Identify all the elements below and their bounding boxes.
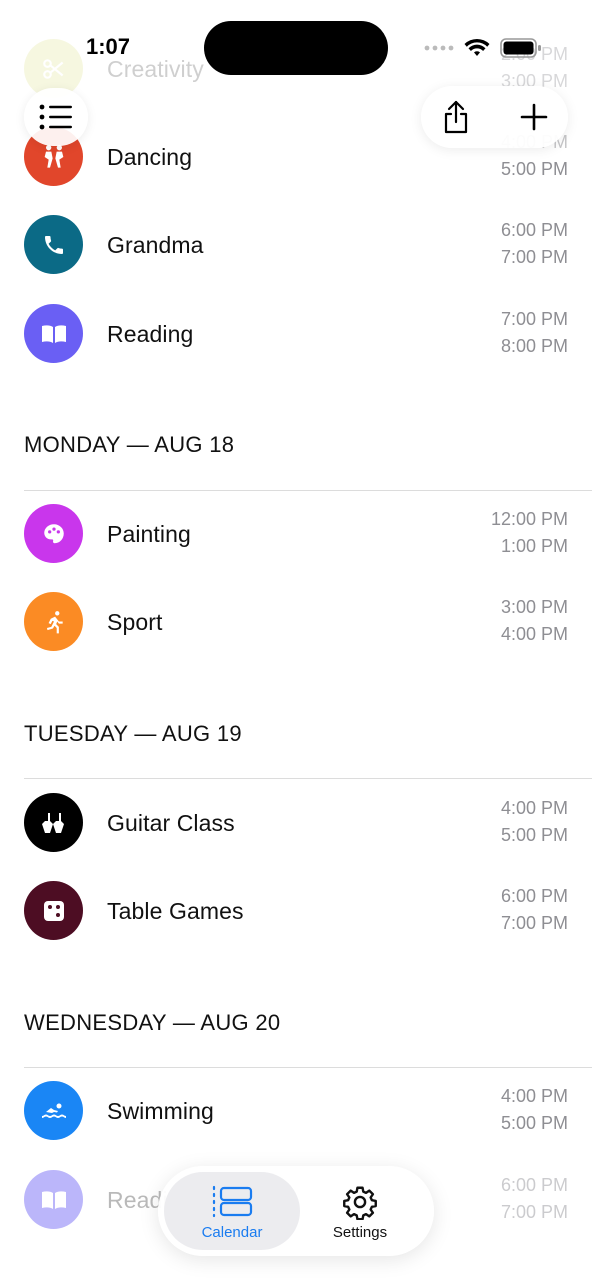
event-end-time: 7:00 PM	[500, 247, 568, 267]
event-start-time: 12:00 PM	[490, 509, 568, 529]
add-event-button[interactable]	[501, 86, 567, 148]
event-end-time: 7:00 PM	[500, 913, 568, 933]
event-row-swimming[interactable]: Swimming 4:00 PM 5:00 PM	[0, 1071, 592, 1151]
cellular-signal-icon	[424, 45, 454, 51]
phone-icon	[24, 215, 83, 274]
plus-icon	[520, 103, 548, 131]
guitars-icon	[24, 793, 83, 852]
status-indicators	[424, 36, 568, 60]
section-header-tuesday: TUESDAY — AUG 19	[24, 721, 242, 746]
event-row-guitar-class[interactable]: Guitar Class 4:00 PM 5:00 PM	[0, 783, 592, 863]
event-end-time: 5:00 PM	[500, 1113, 568, 1133]
event-title: Dancing	[107, 144, 193, 170]
event-times: 7:00 PM 8:00 PM	[501, 306, 568, 360]
divider	[24, 778, 592, 779]
event-title: Guitar Class	[107, 810, 235, 836]
book-icon	[24, 304, 83, 363]
event-start-time: 4:00 PM	[500, 1086, 568, 1106]
event-times: 6:00 PM 7:00 PM	[501, 1172, 568, 1226]
tab-label-calendar: Calendar	[201, 1224, 263, 1241]
event-title: Swimming	[107, 1098, 214, 1124]
palette-icon	[24, 504, 83, 563]
event-row-table-games[interactable]: Table Games 6:00 PM 7:00 PM	[0, 871, 592, 951]
section-header-wednesday: WEDNESDAY — AUG 20	[24, 1010, 281, 1035]
event-start-time: 6:00 PM	[500, 220, 568, 240]
event-times: 12:00 PM 1:00 PM	[491, 506, 568, 560]
event-end-time: 4:00 PM	[500, 624, 568, 644]
calendar-screen: Creativity 2:00 PM 3:00 PM Dancing 4:00 …	[0, 0, 592, 1288]
tab-label-settings: Settings	[332, 1224, 388, 1241]
tab-settings[interactable]: Settings	[292, 1172, 428, 1250]
tab-bar: Calendar Settings	[158, 1166, 434, 1256]
book-icon	[24, 1170, 83, 1229]
event-times: 3:00 PM 4:00 PM	[501, 594, 568, 648]
event-title: Grandma	[107, 232, 204, 258]
event-row-reading[interactable]: Reading 7:00 PM 8:00 PM	[0, 294, 592, 374]
swimmer-icon	[24, 1081, 83, 1140]
event-title: Reading	[107, 321, 194, 347]
event-start-time: 3:00 PM	[500, 597, 568, 617]
event-title: Sport	[107, 609, 163, 635]
event-end-time: 7:00 PM	[500, 1202, 568, 1222]
event-times: 6:00 PM 7:00 PM	[501, 217, 568, 271]
section-header-monday: MONDAY — AUG 18	[24, 432, 235, 457]
dice-icon	[24, 881, 83, 940]
runner-icon	[24, 592, 83, 651]
gear-icon	[292, 1184, 428, 1220]
list-icon	[39, 104, 72, 130]
event-times: 6:00 PM 7:00 PM	[501, 883, 568, 937]
divider	[24, 1067, 592, 1068]
event-end-time: 5:00 PM	[500, 825, 568, 845]
dynamic-island	[204, 21, 388, 75]
divider	[24, 490, 592, 491]
event-end-time: 8:00 PM	[500, 336, 568, 356]
event-end-time: 5:00 PM	[500, 159, 568, 179]
wifi-icon	[464, 38, 490, 56]
share-icon	[444, 100, 468, 134]
event-title: Table Games	[107, 898, 244, 924]
battery-icon	[500, 38, 541, 58]
event-times: 4:00 PM 5:00 PM	[501, 795, 568, 849]
event-times: 4:00 PM 5:00 PM	[501, 1083, 568, 1137]
tab-calendar[interactable]: Calendar	[164, 1172, 300, 1250]
event-start-time: 4:00 PM	[500, 798, 568, 818]
event-start-time: 6:00 PM	[500, 886, 568, 906]
share-button[interactable]	[423, 86, 489, 148]
event-row-grandma[interactable]: Grandma 6:00 PM 7:00 PM	[0, 205, 592, 285]
event-end-time: 1:00 PM	[500, 536, 568, 556]
event-start-time: 6:00 PM	[500, 1175, 568, 1195]
event-row-sport[interactable]: Sport 3:00 PM 4:00 PM	[0, 582, 592, 662]
list-menu-button[interactable]	[24, 88, 88, 146]
status-time: 1:07	[86, 34, 131, 59]
calendar-list-icon	[164, 1184, 300, 1218]
event-start-time: 7:00 PM	[500, 309, 568, 329]
event-row-painting[interactable]: Painting 12:00 PM 1:00 PM	[0, 494, 592, 574]
toolbar-actions	[421, 86, 568, 148]
event-title: Painting	[107, 521, 191, 547]
